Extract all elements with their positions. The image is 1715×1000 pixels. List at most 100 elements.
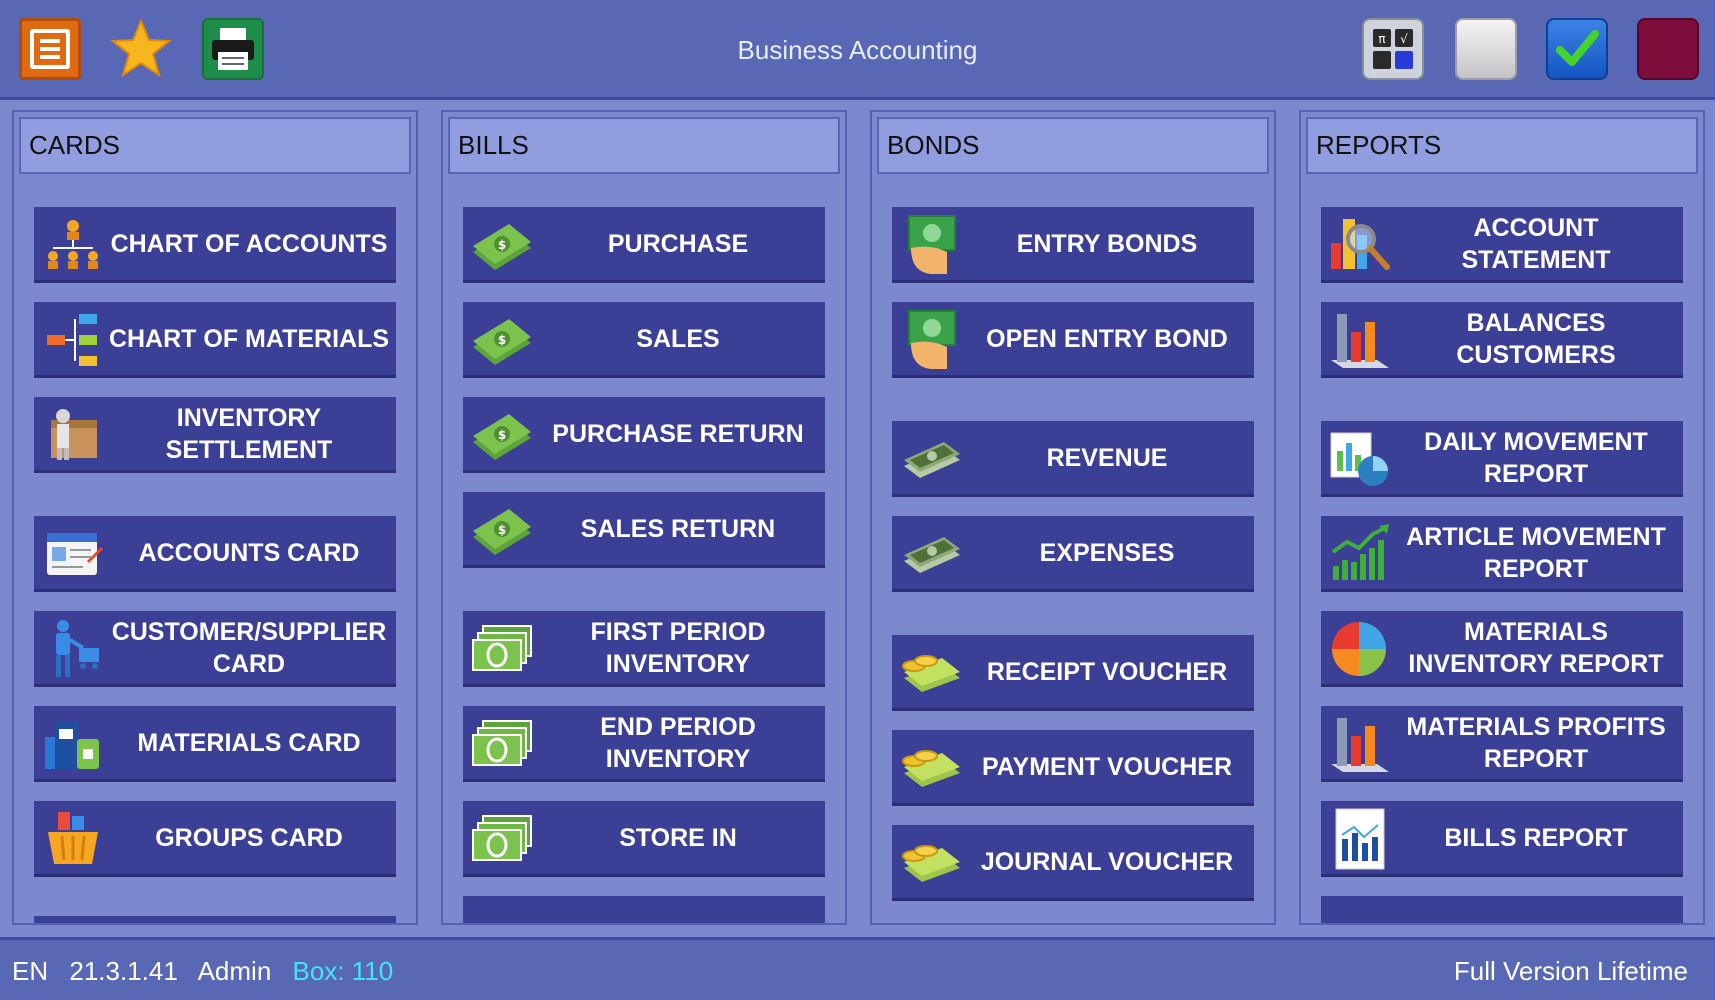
daily-movement-report-button[interactable]: DAILY MOVEMENT REPORT: [1321, 421, 1683, 497]
products-icon: [40, 712, 106, 776]
item-label: ENTRY BONDS: [1016, 229, 1198, 258]
user-name: Admin: [197, 956, 272, 986]
item-label: EXPENSES: [1039, 538, 1175, 567]
journal-voucher-button[interactable]: JOURNAL VOUCHER: [892, 825, 1254, 901]
license-text: Full Version Lifetime: [1453, 956, 1688, 986]
revenue-button[interactable]: REVENUE: [892, 421, 1254, 497]
menu-button[interactable]: [19, 18, 81, 80]
purchase-return-button[interactable]: $ PURCHASE RETURN: [463, 397, 825, 473]
customer-supplier-card-button[interactable]: CUSTOMER/SUPPLIER CARD: [34, 611, 396, 687]
inventory-settlement-button[interactable]: INVENTORY SETTLEMENT: [34, 397, 396, 473]
sales-button[interactable]: $ SALES: [463, 302, 825, 378]
chart-of-materials-button[interactable]: CHART OF MATERIALS: [34, 302, 396, 378]
item-label: CHART OF ACCOUNTS: [110, 229, 388, 258]
coins-cash-icon: [898, 831, 964, 895]
chart-of-accounts-button[interactable]: CHART OF ACCOUNTS: [34, 207, 396, 283]
favorites-button[interactable]: [110, 18, 172, 80]
item-label: MATERIALS CARD: [137, 728, 361, 757]
first-period-inventory-button[interactable]: FIRST PERIOD INVENTORY: [463, 611, 825, 687]
status-left: EN 21.3.1.41 Admin Box: 110: [12, 956, 407, 987]
groups-card-button[interactable]: GROUPS CARD: [34, 801, 396, 877]
entry-bonds-button[interactable]: ENTRY BONDS: [892, 207, 1254, 283]
accounts-card-button[interactable]: ACCOUNTS CARD: [34, 516, 396, 592]
item-label: INVENTORY SETTLEMENT: [165, 403, 333, 464]
purchase-button[interactable]: $ PURCHASE: [463, 207, 825, 283]
bills-header: BILLS: [448, 117, 840, 174]
banknotes-icon: [469, 906, 535, 923]
receipt-voucher-button[interactable]: RECEIPT VOUCHER: [892, 635, 1254, 711]
svg-text:$: $: [498, 523, 506, 537]
shopper-icon: [40, 617, 106, 681]
end-period-inventory-button[interactable]: END PERIOD INVENTORY: [463, 706, 825, 782]
org-chart-icon: [40, 213, 106, 277]
item-label: GROUPS CARD: [155, 823, 343, 852]
item-label: MATERIALS PROFITS REPORT: [1406, 712, 1666, 773]
payment-voucher-button[interactable]: PAYMENT VOUCHER: [892, 730, 1254, 806]
materials-profits-report-button[interactable]: MATERIALS PROFITS REPORT: [1321, 706, 1683, 782]
expenses-button[interactable]: EXPENSES: [892, 516, 1254, 592]
materials-inventory-report-button[interactable]: MATERIALS INVENTORY REPORT: [1321, 611, 1683, 687]
item-label: FIRST PERIOD INVENTORY: [590, 617, 766, 678]
item-label: MATERIALS INVENTORY REPORT: [1408, 617, 1664, 678]
id-card-icon: [40, 522, 106, 586]
calculator-button[interactable]: π √: [1362, 18, 1424, 80]
svg-text:$: $: [498, 428, 506, 442]
article-movement-report-button[interactable]: ARTICLE MOVEMENT REPORT: [1321, 516, 1683, 592]
top-toolbar: π √: [0, 0, 1715, 100]
reports-header: REPORTS: [1306, 117, 1698, 174]
sales-return-button[interactable]: $ SALES RETURN: [463, 492, 825, 568]
item-label: END PERIOD INVENTORY: [600, 712, 756, 773]
bills-report-button[interactable]: BILLS REPORT: [1321, 801, 1683, 877]
item-label: BALANCES CUSTOMERS: [1456, 308, 1616, 369]
svg-text:π: π: [1378, 32, 1385, 46]
language-indicator: EN: [12, 956, 49, 986]
item-label: PURCHASE: [607, 229, 749, 258]
confirm-button[interactable]: [1546, 18, 1608, 80]
magnifier-chart-icon: [1327, 213, 1393, 277]
item-label: PURCHASE RETURN: [552, 419, 804, 448]
item-label: BILLS REPORT: [1444, 823, 1628, 852]
item-label: STORE IN: [619, 823, 737, 852]
cash-stack-icon: [898, 522, 964, 586]
cash-hand-icon: [898, 308, 964, 372]
calculator-icon: π √: [1373, 29, 1413, 69]
bar-chart-icon: [1327, 712, 1393, 776]
print-button[interactable]: [202, 18, 264, 80]
svg-text:$: $: [498, 238, 506, 252]
coins-cash-icon: [898, 736, 964, 800]
growth-chart-icon: [1327, 522, 1393, 586]
item-label: ARTICLE MOVEMENT REPORT: [1406, 522, 1666, 583]
cards-header: CARDS: [19, 117, 411, 174]
bar-chart-icon: [1327, 308, 1393, 372]
item-label: ACCOUNT STATEMENT: [1461, 213, 1611, 274]
store-in-button[interactable]: STORE IN: [463, 801, 825, 877]
item-label: ACCOUNTS CARD: [138, 538, 360, 567]
money-icon: $: [469, 213, 535, 277]
materials-card-button[interactable]: MATERIALS CARD: [34, 706, 396, 782]
more-cards-item[interactable]: [34, 916, 396, 923]
version-text: 21.3.1.41: [69, 956, 178, 986]
exit-button[interactable]: [1637, 18, 1699, 80]
cash-hand-icon: [898, 213, 964, 277]
star-icon: [110, 18, 172, 78]
blank-button[interactable]: [1455, 18, 1517, 80]
banknotes-icon: [469, 712, 535, 776]
money-icon: $: [469, 403, 535, 467]
inventory-boxes-icon: [40, 403, 106, 467]
item-label: REVENUE: [1046, 443, 1168, 472]
checkmark-icon: [1556, 30, 1599, 66]
more-reports-item[interactable]: [1321, 896, 1683, 923]
menu-icon: [30, 29, 70, 69]
open-entry-bond-button[interactable]: OPEN ENTRY BOND: [892, 302, 1254, 378]
svg-text:√: √: [1400, 32, 1408, 46]
balances-customers-button[interactable]: BALANCES CUSTOMERS: [1321, 302, 1683, 378]
account-statement-button[interactable]: ACCOUNT STATEMENT: [1321, 207, 1683, 283]
report-sheet-icon: [1327, 904, 1393, 923]
pie-report-icon: [1327, 427, 1393, 491]
more-bills-item[interactable]: [463, 896, 825, 923]
item-label: JOURNAL VOUCHER: [980, 847, 1234, 876]
bonds-panel: BONDS ENTRY BONDS OPEN ENTRY BOND REVENU…: [870, 110, 1276, 925]
item-label: DAILY MOVEMENT REPORT: [1424, 427, 1648, 488]
pie-chart-icon: [1327, 617, 1393, 681]
box-indicator: Box: 110: [292, 956, 394, 986]
